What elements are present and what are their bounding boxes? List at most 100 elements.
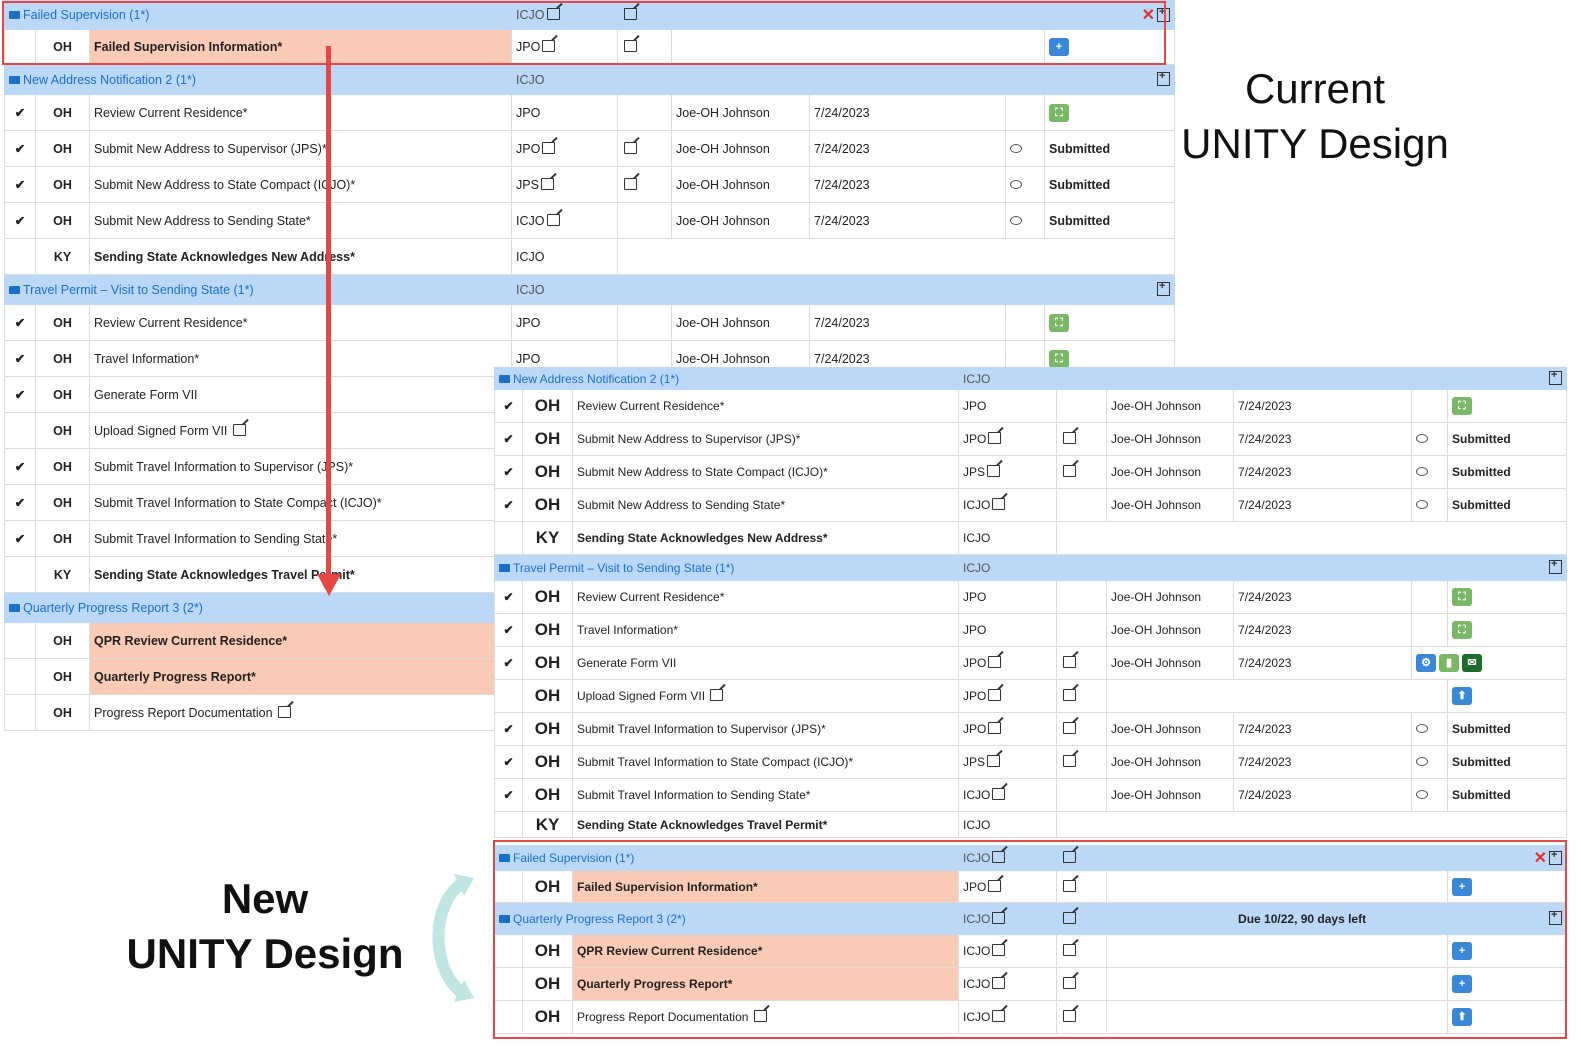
edit-icon[interactable] <box>992 1010 1006 1022</box>
edit-icon[interactable] <box>987 465 1001 477</box>
edit-icon[interactable] <box>546 8 560 20</box>
upload-doc-icon[interactable] <box>232 423 246 436</box>
edit-icon[interactable] <box>624 177 638 190</box>
task-row[interactable]: KY Sending State Acknowledges New Addres… <box>4 238 1176 275</box>
task-row[interactable]: OH Progress Report Documentation ICJO ⬆ <box>494 1000 1568 1034</box>
workflow-header-failed-supervision[interactable]: Failed Supervision (1*) ICJO ✕ <box>3 0 1176 30</box>
comment-icon[interactable] <box>1010 143 1023 153</box>
edit-icon[interactable] <box>992 851 1006 863</box>
upload-button[interactable]: ⬆ <box>1452 1008 1473 1026</box>
task-name[interactable]: Submit Travel Information to State Compa… <box>88 484 513 521</box>
task-row[interactable]: OH Upload Signed Form VII JPO ⬆ <box>494 679 1568 713</box>
task-name[interactable]: Failed Supervision Information* <box>88 29 513 65</box>
edit-icon[interactable] <box>988 879 1002 892</box>
task-name[interactable]: Sending State Acknowledges Travel Permit… <box>571 811 960 838</box>
add-file-icon[interactable] <box>1549 369 1563 385</box>
binoculars-button[interactable]: ⛶ <box>1452 621 1473 639</box>
task-row[interactable]: ✔ OH Submit New Address to Supervisor (J… <box>494 422 1568 456</box>
edit-icon[interactable] <box>1063 656 1077 668</box>
edit-icon[interactable] <box>1063 755 1077 767</box>
edit-icon[interactable] <box>542 141 556 154</box>
task-name[interactable]: Generate Form VII <box>571 646 960 680</box>
comment-icon[interactable] <box>1010 215 1023 225</box>
task-row[interactable]: ✔ OH Submit Travel Information to Superv… <box>494 712 1568 746</box>
task-name[interactable]: Travel Information* <box>88 340 513 377</box>
binoculars-button[interactable]: ⛶ <box>1049 103 1070 122</box>
comment-icon[interactable] <box>1416 500 1429 509</box>
task-row[interactable]: ✔ OH Review Current Residence* JPO Joe-O… <box>4 94 1176 131</box>
edit-icon[interactable] <box>542 40 556 52</box>
task-name[interactable]: Review Current Residence* <box>88 304 513 341</box>
task-row[interactable]: OH Quarterly Progress Report* ICJO + <box>494 967 1568 1001</box>
binoculars-button[interactable]: ⛶ <box>1049 313 1070 332</box>
task-name[interactable]: Review Current Residence* <box>571 580 960 614</box>
add-file-icon[interactable] <box>1549 558 1563 574</box>
edit-icon[interactable] <box>992 498 1006 510</box>
workflow-header-new-address[interactable]: New Address Notification 2 (1*) ICJO <box>3 64 1176 95</box>
add-circle-button[interactable]: + <box>1452 975 1473 993</box>
task-name[interactable]: Failed Supervision Information* <box>571 870 960 903</box>
add-circle-button[interactable]: + <box>1049 38 1070 56</box>
task-name[interactable]: Review Current Residence* <box>88 94 513 131</box>
edit-icon[interactable] <box>1063 689 1077 701</box>
task-row[interactable]: ✔ OH Review Current Residence* JPO Joe-O… <box>494 389 1568 423</box>
task-name[interactable]: Upload Signed Form VII <box>577 689 705 703</box>
task-name[interactable]: Progress Report Documentation <box>94 706 273 720</box>
comment-icon[interactable] <box>1416 790 1429 799</box>
edit-icon[interactable] <box>992 977 1006 989</box>
task-name[interactable]: Submit New Address to State Compact (ICJ… <box>88 166 513 203</box>
edit-icon[interactable] <box>988 689 1002 701</box>
task-name[interactable]: Review Current Residence* <box>571 389 960 423</box>
workflow-header-qpr[interactable]: Quarterly Progress Report 3 (2*) ICJO Du… <box>493 902 1568 935</box>
task-row[interactable]: ✔ OH Submit New Address to State Compact… <box>4 166 1176 203</box>
task-row[interactable]: ✔ OH Review Current Residence* JPO Joe-O… <box>4 304 1176 341</box>
edit-icon[interactable] <box>624 8 638 20</box>
edit-icon[interactable] <box>546 213 560 226</box>
edit-icon[interactable] <box>1063 722 1077 734</box>
add-circle-button[interactable]: + <box>1452 942 1473 960</box>
edit-icon[interactable] <box>1063 977 1077 989</box>
comment-icon[interactable] <box>1416 467 1429 476</box>
task-name[interactable]: Submit Travel Information to Supervisor … <box>88 448 513 485</box>
edit-icon[interactable] <box>987 755 1001 767</box>
task-row[interactable]: KY Sending State Acknowledges New Addres… <box>494 521 1568 555</box>
edit-icon[interactable] <box>624 141 638 154</box>
edit-icon[interactable] <box>540 177 554 190</box>
task-row[interactable]: ✔ OH Travel Information* JPO Joe-OH John… <box>494 613 1568 647</box>
edit-icon[interactable] <box>624 40 638 52</box>
task-name[interactable]: Submit New Address to Supervisor (JPS)* <box>571 422 960 456</box>
close-icon[interactable]: ✕ <box>1142 7 1155 24</box>
task-name[interactable]: Submit Travel Information to State Compa… <box>571 745 960 779</box>
comment-icon[interactable] <box>1416 757 1429 766</box>
edit-icon[interactable] <box>1063 911 1077 924</box>
add-file-icon[interactable] <box>1157 70 1171 86</box>
binoculars-button[interactable]: ⛶ <box>1049 349 1070 368</box>
task-row[interactable]: ✔ OH Review Current Residence* JPO Joe-O… <box>494 580 1568 614</box>
edit-icon[interactable] <box>992 944 1006 956</box>
edit-icon[interactable] <box>1063 465 1077 477</box>
task-row[interactable]: ✔ OH Submit New Address to Sending State… <box>4 202 1176 239</box>
workflow-header-new-address[interactable]: New Address Notification 2 (1*) ICJO <box>493 367 1568 390</box>
edit-icon[interactable] <box>1063 879 1077 892</box>
task-row[interactable]: KY Sending State Acknowledges Travel Per… <box>494 811 1568 838</box>
task-name[interactable]: Submit Travel Information to Sending Sta… <box>571 778 960 812</box>
task-name[interactable]: Submit Travel Information to Sending Sta… <box>88 520 513 557</box>
add-file-icon[interactable] <box>1549 909 1563 925</box>
edit-icon[interactable] <box>1063 851 1077 863</box>
task-name[interactable]: Travel Information* <box>571 613 960 647</box>
upload-doc-icon[interactable] <box>278 705 292 718</box>
task-name[interactable]: Submit New Address to Supervisor (JPS)* <box>88 130 513 167</box>
task-name[interactable]: Submit Travel Information to Supervisor … <box>571 712 960 746</box>
task-name[interactable]: Sending State Acknowledges New Address* <box>571 521 960 555</box>
add-file-icon[interactable] <box>1549 849 1563 865</box>
edit-icon[interactable] <box>992 911 1006 924</box>
task-name[interactable]: Progress Report Documentation <box>577 1010 748 1024</box>
task-row[interactable]: ✔ OH Submit New Address to Sending State… <box>494 488 1568 522</box>
task-row[interactable]: OH Failed Supervision Information* JPO + <box>494 870 1568 903</box>
task-row[interactable]: OH Failed Supervision Information* JPO + <box>4 29 1176 65</box>
task-name[interactable]: Upload Signed Form VII <box>94 424 227 438</box>
document-button[interactable]: ▮ <box>1439 654 1460 672</box>
task-row[interactable]: ✔ OH Submit New Address to Supervisor (J… <box>4 130 1176 167</box>
task-row[interactable]: ✔ OH Generate Form VII JPO Joe-OH Johnso… <box>494 646 1568 680</box>
task-name[interactable]: Submit New Address to State Compact (ICJ… <box>571 455 960 489</box>
